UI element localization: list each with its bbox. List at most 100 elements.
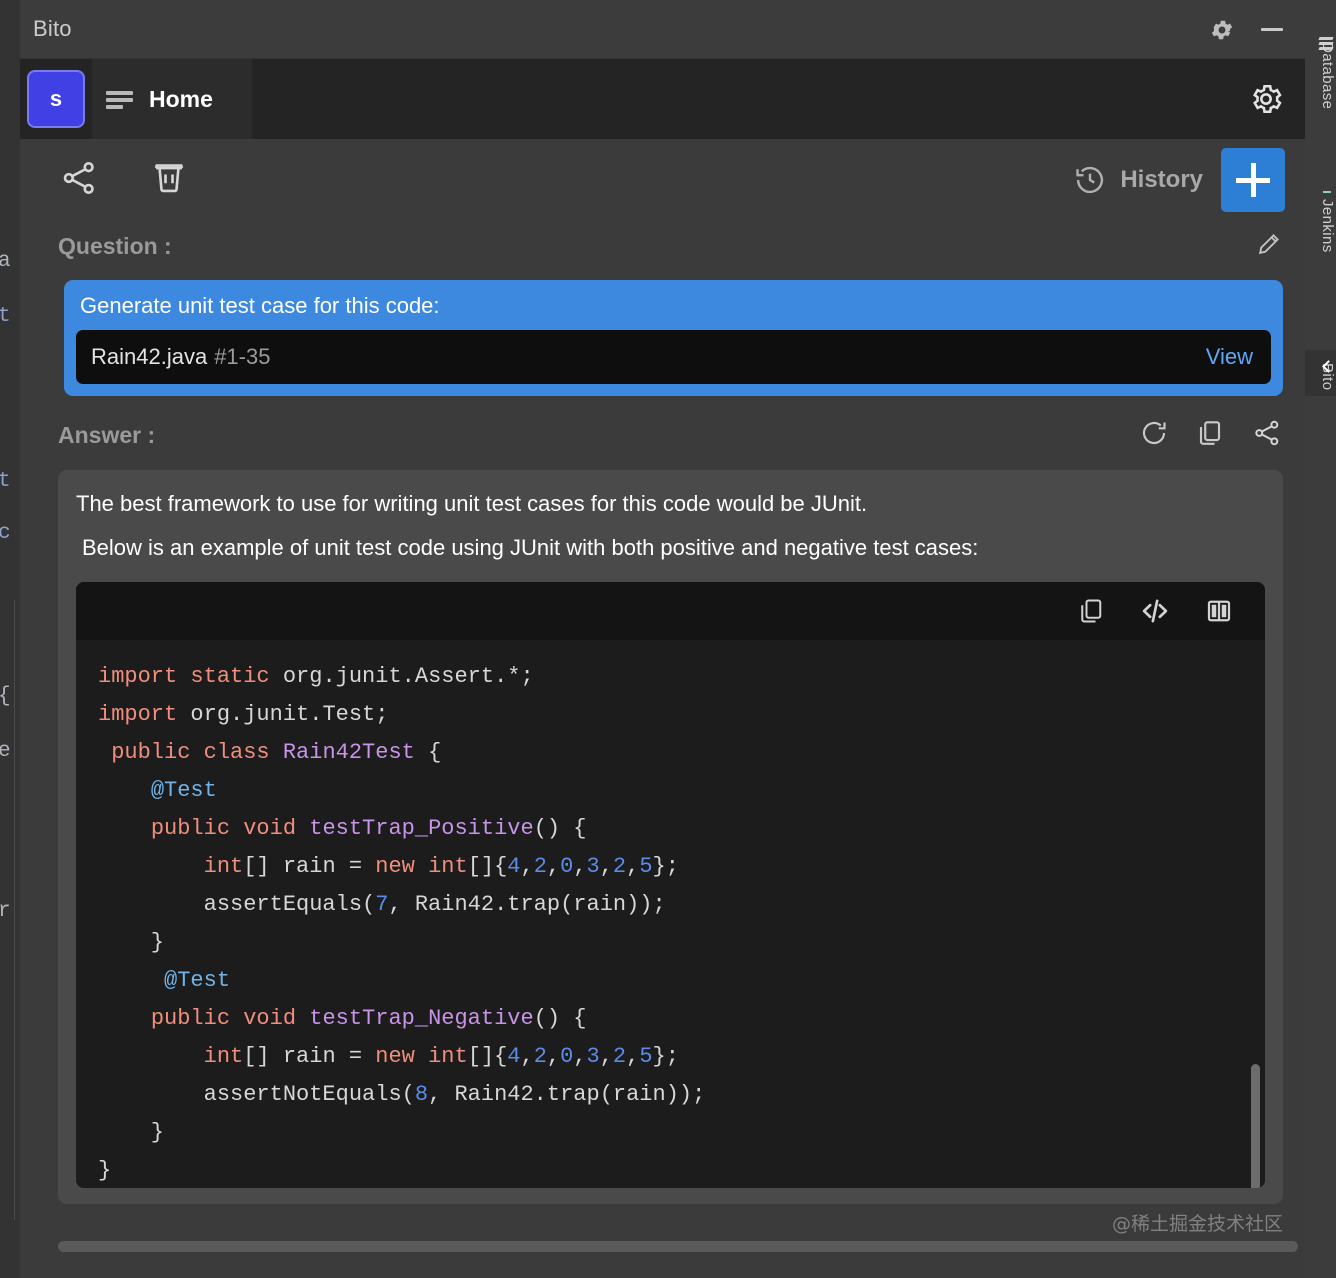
history-clock-icon <box>1076 166 1104 194</box>
regenerate-answer-button[interactable] <box>1139 418 1169 453</box>
code-line: int[] rain = new int[]{4,2,0,3,2,5}; <box>98 854 679 879</box>
answer-bubble: The best framework to use for writing un… <box>58 470 1283 1204</box>
code-token: , <box>546 853 561 879</box>
history-button[interactable]: History <box>1073 163 1203 197</box>
sidebar-item-bito[interactable]: Bito <box>1305 350 1336 397</box>
code-token: int <box>428 853 468 879</box>
code-token: 7 <box>375 891 389 917</box>
gear-icon <box>1253 84 1282 114</box>
tab-home[interactable]: Home <box>92 59 252 139</box>
answer-label: Answer : <box>58 421 156 448</box>
bito-panel: Bito s Home History Question: Generate … <box>20 0 1305 1278</box>
code-line: @Test <box>98 778 217 803</box>
code-token: [] rain = <box>243 853 376 879</box>
delete-chat-button[interactable] <box>148 157 190 204</box>
code-line: assertEquals(7, Rain42.trap(rain)); <box>98 892 666 917</box>
code-token: }; <box>652 1043 679 1069</box>
panel-settings-button[interactable] <box>1227 59 1305 139</box>
share-icon <box>63 161 94 194</box>
code-token: 0 <box>560 853 574 879</box>
insert-code-icon <box>1142 599 1168 623</box>
code-token: , <box>546 1043 561 1069</box>
minimize-button[interactable] <box>1255 13 1289 47</box>
insert-code-button[interactable] <box>1139 595 1171 627</box>
share-icon <box>1255 420 1279 445</box>
code-token: public void <box>150 815 310 841</box>
tabstrip-spacer <box>252 59 1227 139</box>
sidebar-item-jenkins[interactable]: Jenkins <box>1305 185 1336 259</box>
new-chat-button[interactable] <box>1221 148 1285 212</box>
editor-indent-guide <box>14 600 15 1220</box>
code-token: () { <box>533 1005 587 1031</box>
settings-gear-icon[interactable] <box>1205 13 1239 47</box>
share-chat-button[interactable] <box>58 157 100 204</box>
jenkins-icon <box>1323 191 1331 193</box>
code-token: 2 <box>612 853 627 879</box>
code-block-toolbar <box>76 581 1265 640</box>
file-line-range: #1-35 <box>214 344 271 369</box>
code-token: , <box>626 1043 640 1069</box>
code-token: }; <box>652 853 679 879</box>
ide-left-edge-strip: a t t c { e r <box>0 0 20 1278</box>
panel-tabstrip: s Home <box>20 59 1305 139</box>
answer-header: Answer : <box>20 410 1305 460</box>
question-text: Generate unit test case for this code: <box>80 293 440 318</box>
answer-paragraph: Below is an example of unit test code us… <box>82 534 979 560</box>
question-header: Question : <box>20 221 1305 271</box>
code-line: public void testTrap_Positive() { <box>98 816 587 841</box>
code-token: , Rain42.trap(rain)); <box>388 891 666 917</box>
code-token: , <box>573 1043 587 1069</box>
app-title: Bito <box>33 16 72 41</box>
code-token: 2 <box>533 853 547 879</box>
code-token: , <box>520 853 534 879</box>
code-token: import <box>98 663 191 689</box>
code-content[interactable]: import static org.junit.Assert.*; import… <box>76 639 1265 1188</box>
code-line: @Test <box>98 968 230 993</box>
history-label: History <box>1120 166 1203 193</box>
code-token: [] rain = <box>243 1043 376 1069</box>
code-token: } <box>98 929 165 955</box>
avatar-cell: s <box>20 59 92 139</box>
code-token: 2 <box>533 1043 547 1069</box>
share-answer-button[interactable] <box>1251 417 1283 454</box>
copy-code-icon <box>1081 599 1102 623</box>
code-token: org.junit.Test; <box>190 701 389 727</box>
code-token: assertNotEquals( <box>98 1081 415 1107</box>
code-token: 8 <box>414 1081 429 1107</box>
window-titlebar: Bito <box>20 0 1305 59</box>
code-line: int[] rain = new int[]{4,2,0,3,2,5}; <box>98 1044 679 1069</box>
sidebar-item-label: Jenkins <box>1319 199 1336 253</box>
code-vertical-scrollbar[interactable] <box>1251 1063 1260 1188</box>
code-token: []{ <box>467 853 508 879</box>
code-line: } <box>98 1120 164 1145</box>
diff-view-button[interactable] <box>1203 595 1235 627</box>
code-token: @Test <box>164 967 231 993</box>
code-line: } <box>98 930 164 955</box>
edit-question-button[interactable] <box>1255 230 1283 263</box>
code-token: 2 <box>612 1043 627 1069</box>
question-label: Question : <box>58 232 172 259</box>
code-token: , Rain42.trap(rain)); <box>428 1081 706 1107</box>
code-token: int <box>428 1043 468 1069</box>
code-token: 5 <box>639 853 653 879</box>
code-line: import static org.junit.Assert.*; <box>98 664 534 689</box>
file-name: Rain42.java <box>91 344 208 369</box>
sidebar-item-database[interactable]: Database <box>1305 30 1336 115</box>
trash-icon <box>154 163 184 192</box>
attached-file-chip[interactable]: Rain42.java #1-35 View <box>76 330 1271 384</box>
refresh-icon <box>1142 421 1166 444</box>
code-token: , <box>599 853 613 879</box>
code-token: testTrap_Positive <box>309 815 534 841</box>
avatar[interactable]: s <box>27 70 85 128</box>
code-token: 4 <box>507 1043 521 1069</box>
copy-answer-button[interactable] <box>1195 418 1225 453</box>
question-bubble: Generate unit test case for this code: R… <box>64 280 1283 396</box>
ghost-char: r <box>0 900 11 923</box>
copy-code-button[interactable] <box>1075 595 1107 627</box>
view-file-link[interactable]: View <box>1206 344 1253 370</box>
horizontal-scrollbar-thumb[interactable] <box>58 1241 1298 1252</box>
diff-view-icon <box>1207 600 1231 622</box>
code-token: () { <box>533 815 587 841</box>
